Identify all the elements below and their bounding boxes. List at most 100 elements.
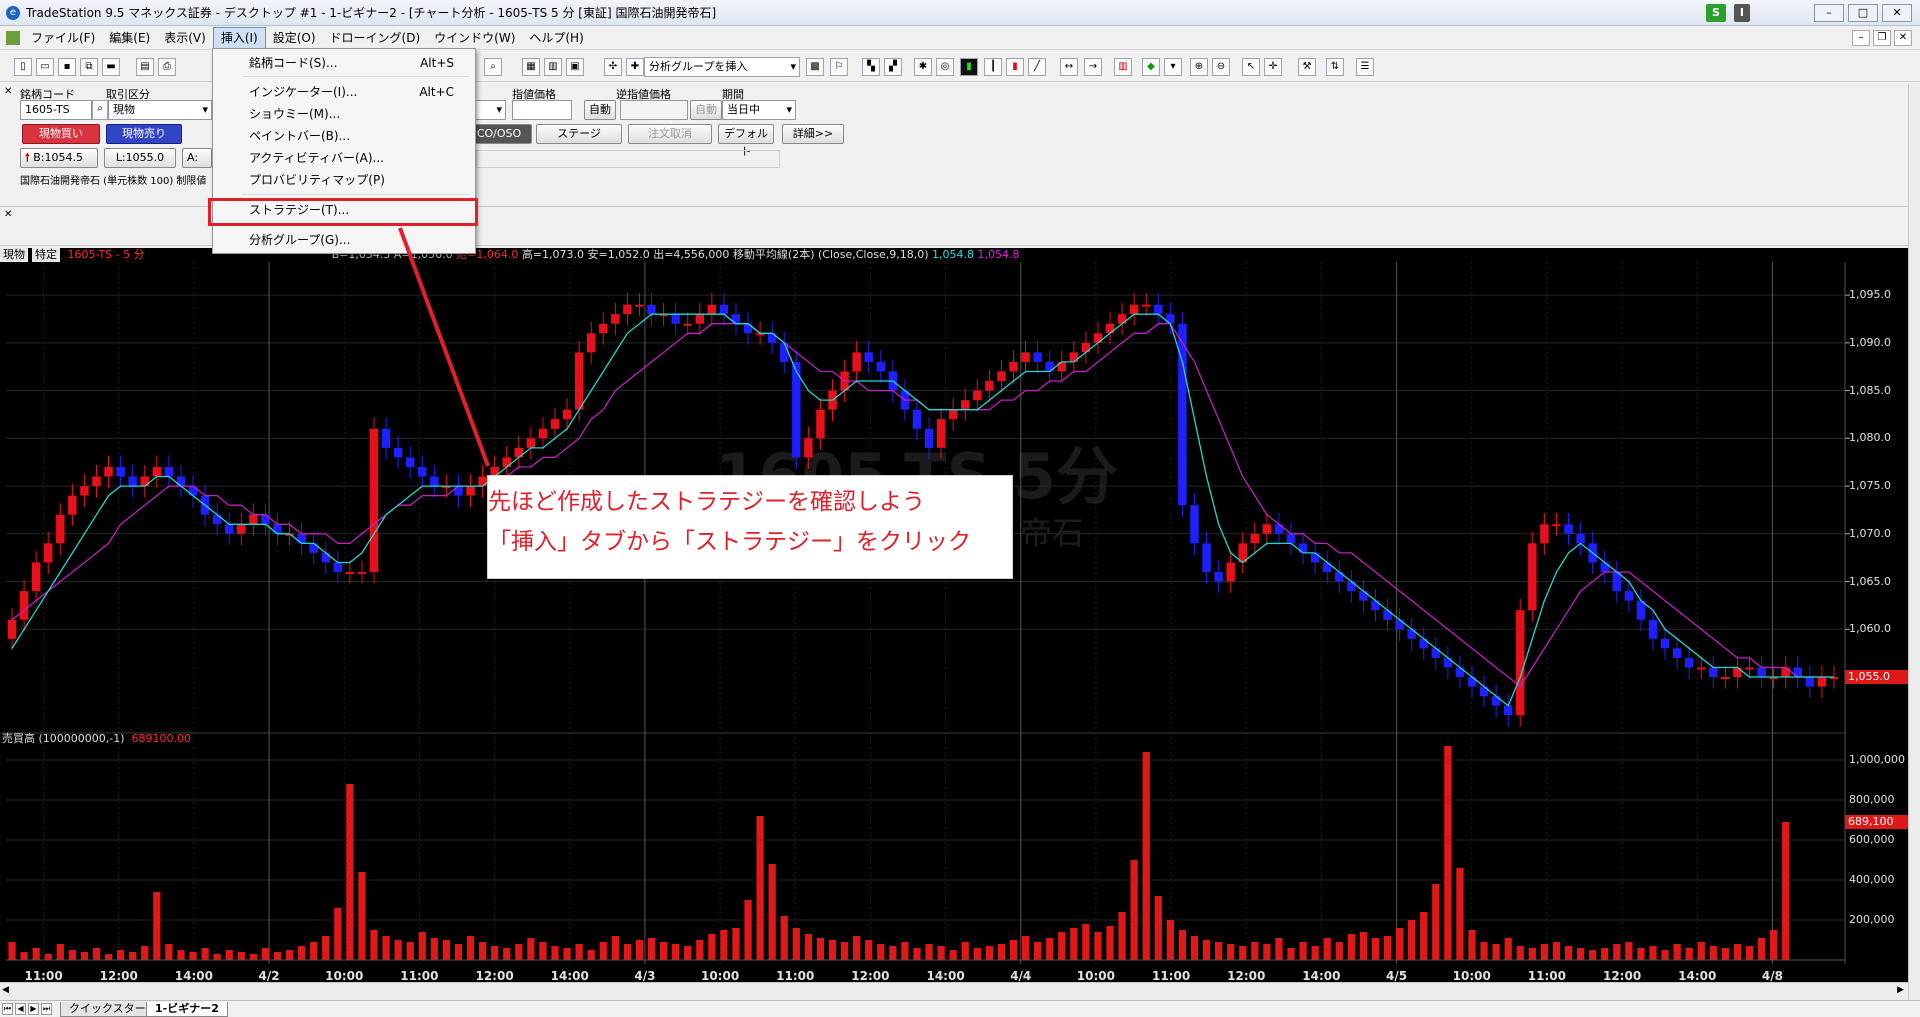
ohlc-bar-icon[interactable]: ┃ — [984, 58, 1002, 76]
strategy-icon[interactable]: ⚐ — [830, 58, 848, 76]
tab-prev-icon[interactable]: ◀ — [15, 1003, 26, 1015]
period-select[interactable]: 当日中 ▾ — [722, 100, 796, 120]
format-icon[interactable]: ▣ — [566, 58, 584, 76]
compress-bars-icon[interactable]: → — [1084, 58, 1102, 76]
tab-beginner2[interactable]: 1-ビギナー2 — [146, 1002, 228, 1017]
tab-next-icon[interactable]: ▶ — [28, 1003, 39, 1015]
bid-button[interactable]: 🠕 B:1054.5 — [20, 148, 98, 168]
close-panel-icon[interactable]: ✕ — [4, 86, 12, 97]
time-tick-label: 10:00 — [1076, 969, 1116, 983]
line-chart-icon[interactable]: ╱ — [1028, 58, 1046, 76]
menu-view[interactable]: 表示(V) — [157, 28, 213, 48]
folder-icon[interactable]: ▬ — [102, 58, 120, 76]
maximize-icon[interactable]: □ — [1848, 4, 1878, 22]
price-chart[interactable] — [0, 248, 1908, 1000]
data-window-icon[interactable]: ▥ — [1114, 58, 1132, 76]
scanner-icon[interactable]: ✱ — [914, 58, 932, 76]
menu-item-showme[interactable]: ショウミー(M)... — [214, 104, 474, 124]
search-icon[interactable]: ⌕ — [92, 100, 108, 120]
zoom-out-icon[interactable]: ⊖ — [1212, 58, 1230, 76]
stop-auto-button[interactable]: 自動 — [690, 100, 722, 120]
server-status-badge[interactable]: S — [1705, 4, 1726, 22]
save-icon[interactable]: ▪ — [58, 58, 76, 76]
color-dropdown-icon[interactable]: ▾ — [1164, 58, 1182, 76]
horizontal-scrollbar[interactable]: ◀ ▶ — [0, 982, 1908, 1000]
zoom-search-icon[interactable]: ⌕ — [484, 58, 502, 76]
default-button[interactable]: デフォルト — [718, 124, 774, 158]
radar-icon[interactable]: ◎ — [936, 58, 954, 76]
close-strip-icon[interactable]: ✕ — [4, 209, 12, 220]
analysis-group-icon[interactable]: ▩ — [806, 58, 824, 76]
trade-type-select[interactable]: 現物 ▾ — [108, 100, 212, 120]
expand-bars-icon[interactable]: ↔ — [1060, 58, 1078, 76]
mdi-minimize-icon[interactable]: – — [1852, 29, 1870, 46]
tab-last-icon[interactable]: ⏭ — [41, 1003, 52, 1015]
menu-drawing[interactable]: ドローイング(D) — [323, 28, 428, 48]
print-icon[interactable]: ⎙ — [158, 58, 176, 76]
analysis-group-select[interactable]: 分析グループを挿入 ▾ — [644, 57, 800, 77]
table-icon[interactable]: ▥ — [544, 58, 562, 76]
volume-bar — [1552, 942, 1561, 960]
settings-icon[interactable]: ☰ — [1356, 58, 1374, 76]
cancel-order-button[interactable]: 注文取消 — [628, 124, 712, 144]
menu-edit[interactable]: 編集(E) — [102, 28, 157, 48]
volume-bar — [1673, 944, 1681, 960]
ask-button[interactable]: A: — [182, 148, 212, 168]
volume-bar — [346, 784, 354, 960]
scroll-right-icon[interactable]: ▶ — [1897, 985, 1904, 995]
new-file-icon[interactable]: ▯ — [14, 58, 32, 76]
stage-button[interactable]: ステージ — [536, 124, 622, 144]
buy-button[interactable]: 現物買い — [22, 124, 100, 144]
vertical-scrollbar[interactable] — [1908, 84, 1920, 1000]
menu-file[interactable]: ファイル(F) — [24, 28, 102, 48]
showme-icon[interactable]: ▞ — [884, 58, 902, 76]
volume-bar — [104, 954, 113, 960]
menu-item-indicator[interactable]: インジケーター(I)... Alt+C — [214, 82, 474, 102]
bar-chart-icon[interactable]: ▮ — [960, 58, 978, 76]
crosshair-icon[interactable]: ✛ — [1264, 58, 1282, 76]
menu-item-analysis-group[interactable]: 分析グループ(G)... — [214, 230, 474, 250]
menu-item-symbol[interactable]: 銘柄コード(S)... Alt+S — [214, 53, 474, 73]
close-icon[interactable]: ✕ — [1882, 4, 1912, 22]
volume-bar — [1323, 938, 1331, 960]
menu-help[interactable]: ヘルプ(H) — [522, 28, 590, 48]
chart-area[interactable]: 現物 特定 1605-TS - 5 分 B=1,054.5 A=1,056.0 始… — [0, 248, 1908, 1000]
info-status-badge[interactable]: I — [1733, 4, 1750, 22]
last-button[interactable]: L:1055.0 — [104, 148, 176, 168]
menu-settings[interactable]: 設定(O) — [266, 28, 323, 48]
color-icon[interactable]: ◆ — [1142, 58, 1160, 76]
zoom-in-icon[interactable]: ⊕ — [1190, 58, 1208, 76]
candlestick-icon[interactable]: ▮ — [1006, 58, 1024, 76]
tab-first-icon[interactable]: ⏮ — [2, 1003, 13, 1015]
menu-item-paintbar[interactable]: ペイントバー(B)... — [214, 126, 474, 146]
tools-icon[interactable]: ⚒ — [1298, 58, 1316, 76]
candle-body — [1733, 667, 1742, 678]
detail-button[interactable]: 詳細>> — [782, 124, 844, 144]
time-tick-label: 12:00 — [1227, 969, 1266, 983]
limit-price-input[interactable] — [512, 100, 572, 120]
menu-item-activitybar[interactable]: アクティビティバー(A)... — [214, 148, 474, 168]
menu-window[interactable]: ウインドウ(W) — [427, 28, 522, 48]
mdi-restore-icon[interactable]: ❐ — [1873, 29, 1891, 46]
chevron-down-icon: ▾ — [786, 103, 792, 116]
minimize-icon[interactable]: – — [1814, 4, 1844, 22]
indicator-icon[interactable]: ▚ — [862, 58, 880, 76]
menu-insert[interactable]: 挿入(I) — [212, 26, 266, 49]
symbol-input[interactable]: 1605-TS — [20, 100, 92, 120]
scroll-left-icon[interactable]: ◀ — [2, 985, 9, 995]
sync-icon[interactable]: ⇅ — [1326, 58, 1344, 76]
pointer-icon[interactable]: ↖ — [1242, 58, 1260, 76]
mdi-close-icon[interactable]: ✕ — [1894, 29, 1912, 46]
copy-icon[interactable]: ⧉ — [80, 58, 98, 76]
quantity-select[interactable]: ▾ — [474, 100, 506, 120]
sell-button[interactable]: 現物売り — [106, 124, 182, 144]
analysis-icon[interactable]: ✣ — [604, 58, 622, 76]
print-preview-icon[interactable]: ▤ — [136, 58, 154, 76]
grid-icon[interactable]: ▦ — [522, 58, 540, 76]
limit-auto-button[interactable]: 自動 — [584, 100, 616, 120]
insert-analysis-icon[interactable]: ✚ — [626, 58, 644, 76]
menu-item-probability-map[interactable]: プロバビリティマップ(P) — [214, 170, 474, 190]
open-file-icon[interactable]: ▭ — [36, 58, 54, 76]
stop-price-input[interactable] — [620, 100, 688, 120]
volume-bar — [1106, 926, 1114, 960]
